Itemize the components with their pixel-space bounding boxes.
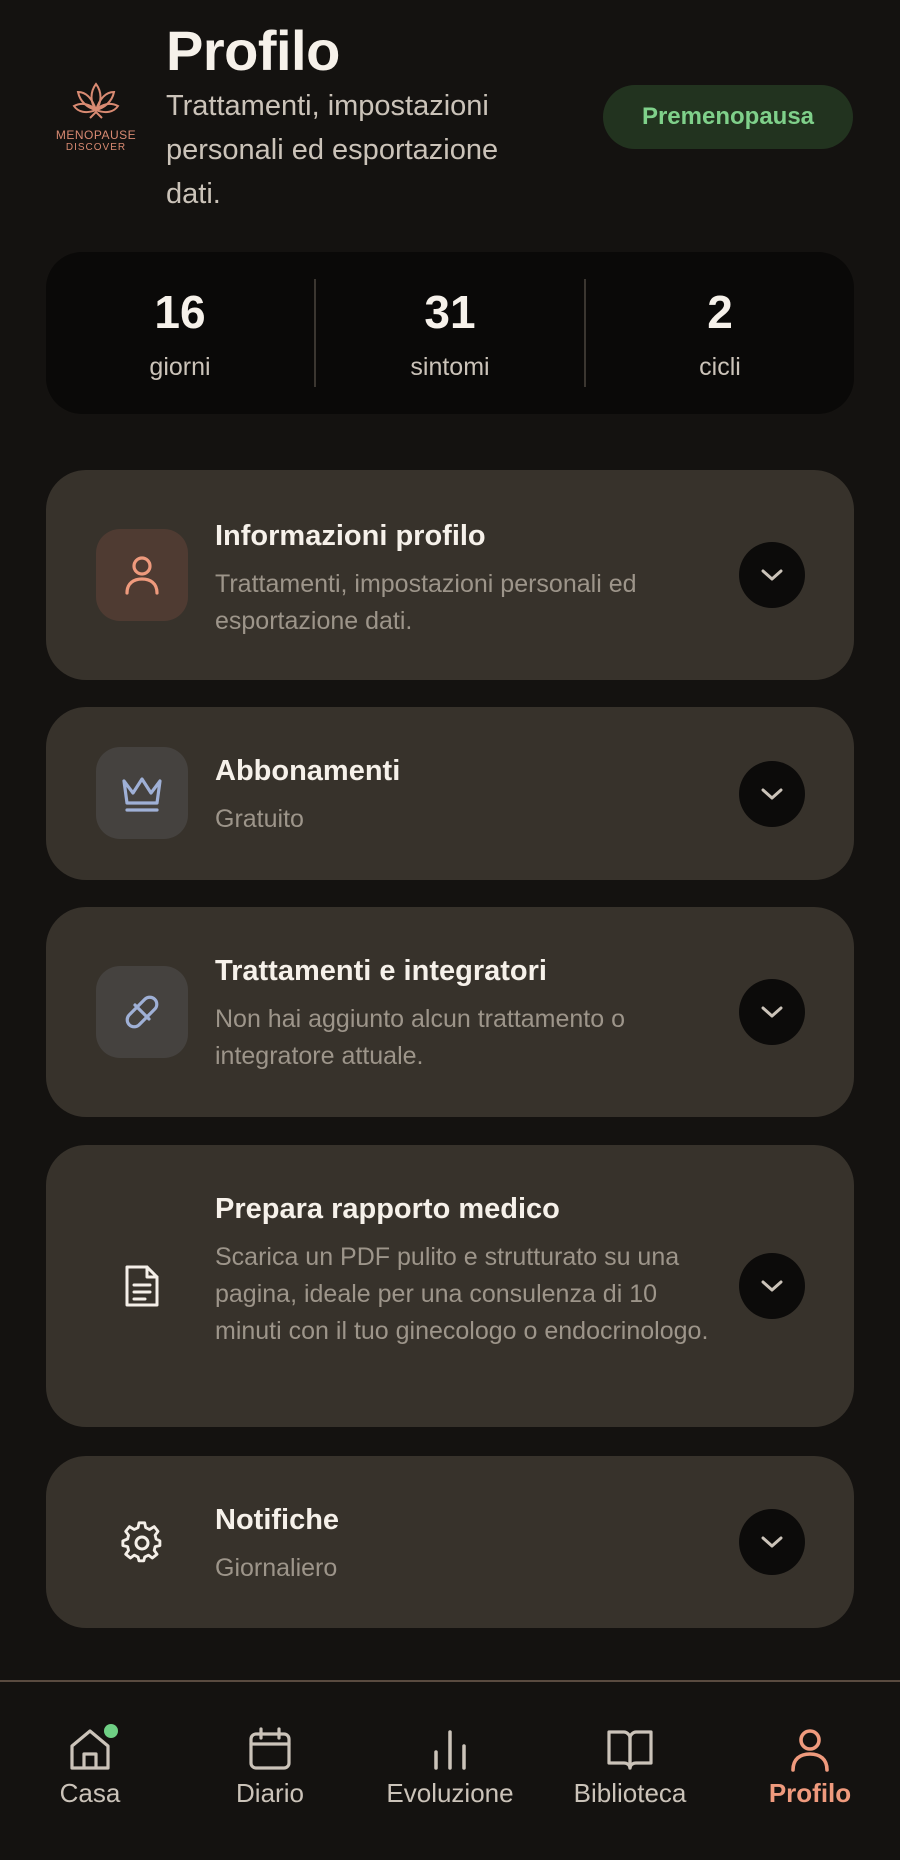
document-icon [96, 1240, 188, 1332]
stat-value: 31 [424, 285, 476, 338]
chevron-down-icon[interactable] [739, 979, 805, 1045]
chevron-down-icon[interactable] [739, 761, 805, 827]
nav-item-biblioteca[interactable]: Biblioteca [540, 1682, 720, 1860]
chevron-down-icon[interactable] [739, 1253, 805, 1319]
nav-label: Biblioteca [573, 1778, 687, 1808]
card-title: Abbonamenti [215, 755, 401, 787]
stat-days: 16 giorni [46, 252, 314, 414]
card-description: Trattamenti, impostazioni personali ed e… [215, 570, 637, 635]
nav-item-casa[interactable]: Casa [0, 1682, 180, 1860]
nav-label: Profilo [768, 1778, 852, 1808]
nav-item-profilo[interactable]: Profilo [720, 1682, 900, 1860]
page-subtitle: Trattamenti, impostazioni personali ed e… [166, 90, 499, 210]
card-title: Trattamenti e integratori [215, 955, 547, 987]
stat-label: sintomi [410, 352, 490, 381]
card-description: Gratuito [215, 805, 304, 833]
gear-icon [96, 1496, 188, 1588]
app-logo: MENOPAUSE DISCOVER [52, 78, 140, 168]
stats-panel: 16 giorni 31 sintomi 2 cicli [46, 252, 854, 414]
card-medical-report[interactable]: Prepara rapporto medico Scarica un PDF p… [46, 1145, 854, 1427]
card-description: Giornaliero [215, 1554, 338, 1582]
lotus-icon [72, 82, 120, 119]
bar-chart-icon [434, 1730, 466, 1770]
nav-label: Diario [236, 1778, 304, 1808]
chevron-down-icon[interactable] [739, 542, 805, 608]
stat-symptoms: 31 sintomi [316, 252, 584, 414]
stat-value: 16 [154, 285, 206, 338]
stat-label: cicli [699, 352, 741, 381]
pill-icon [96, 966, 188, 1058]
nav-item-evoluzione[interactable]: Evoluzione [360, 1682, 540, 1860]
user-icon [96, 529, 188, 621]
card-title: Informazioni profilo [215, 520, 486, 552]
user-icon [791, 1729, 829, 1772]
nav-label: Evoluzione [386, 1778, 514, 1808]
stat-label: giorni [149, 352, 211, 381]
card-treatments[interactable]: Trattamenti e integratori Non hai aggiun… [46, 907, 854, 1117]
book-icon [607, 1730, 653, 1770]
bottom-nav: Casa Diario Evoluzione Biblioteca Profil… [0, 1680, 900, 1860]
card-description: Non hai aggiunto alcun trattamento o int… [215, 1005, 625, 1070]
logo-text-line1: MENOPAUSE [55, 128, 137, 142]
nav-item-diario[interactable]: Diario [180, 1682, 360, 1860]
stat-cycles: 2 cicli [586, 252, 854, 414]
card-title: Notifiche [215, 1504, 340, 1536]
card-description: Scarica un PDF pulito e strutturato su u… [215, 1243, 709, 1345]
notification-dot [104, 1724, 118, 1738]
stat-value: 2 [707, 285, 733, 338]
calendar-icon [249, 1727, 291, 1770]
nav-label: Casa [59, 1778, 121, 1808]
card-notifications[interactable]: Notifiche Giornaliero [46, 1456, 854, 1628]
crown-icon [96, 747, 188, 839]
page-header: MENOPAUSE DISCOVER Profilo Trattamenti, … [0, 0, 900, 230]
card-title: Prepara rapporto medico [215, 1193, 560, 1225]
card-subscriptions[interactable]: Abbonamenti Gratuito [46, 707, 854, 880]
chevron-down-icon[interactable] [739, 1509, 805, 1575]
card-profile-info[interactable]: Informazioni profilo Trattamenti, impost… [46, 470, 854, 680]
logo-text-line2: DISCOVER [65, 142, 127, 153]
page-title: Profilo [166, 19, 340, 82]
status-badge: Premenopausa [603, 85, 853, 149]
